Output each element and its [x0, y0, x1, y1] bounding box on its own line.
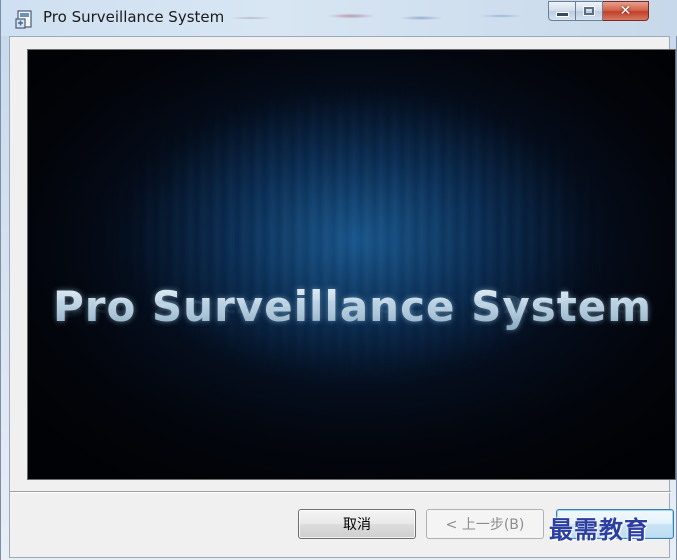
button-area-separator: [10, 491, 671, 493]
banner-vignette: [28, 50, 675, 479]
banner-product-name-reflection: Pro Surveillance System: [52, 295, 653, 322]
cancel-button[interactable]: 取消: [298, 509, 416, 539]
minimize-icon: [555, 12, 569, 17]
window-title: Pro Surveillance System: [43, 8, 225, 26]
back-button[interactable]: < 上一步(B): [426, 509, 544, 539]
maximize-button[interactable]: [576, 1, 603, 21]
minimize-button[interactable]: [548, 1, 576, 21]
close-button[interactable]: ✕: [603, 1, 649, 21]
title-bar[interactable]: Pro Surveillance System ✕: [1, 0, 677, 36]
wizard-page: Pro Surveillance System Pro Surveillance…: [9, 36, 676, 558]
close-icon: ✕: [619, 3, 632, 19]
title-bar-glass: [231, 0, 541, 36]
maximize-icon: [584, 7, 594, 15]
splash-banner: Pro Surveillance System Pro Surveillance…: [27, 49, 676, 480]
installer-app-icon: [15, 10, 32, 29]
installer-window: Pro Surveillance System ✕ Pro Surveillan…: [0, 0, 677, 560]
watermark-text: 最需教育: [549, 515, 649, 544]
caption-buttons: ✕: [548, 1, 674, 23]
